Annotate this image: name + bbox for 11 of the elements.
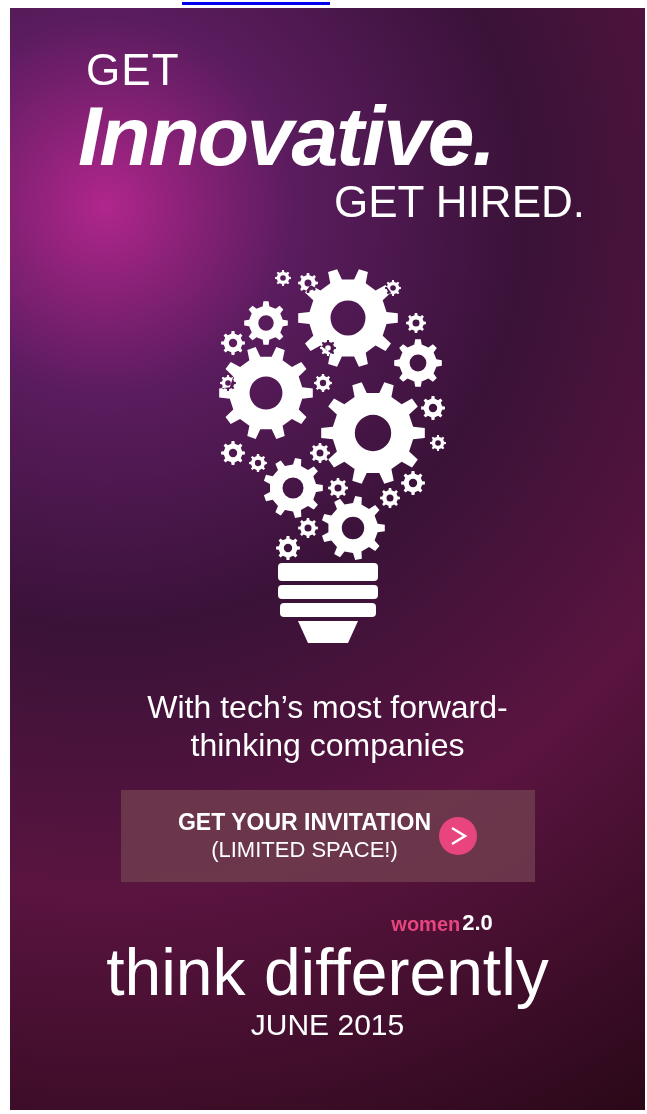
headline-text: Innovative. [78, 92, 495, 181]
chevron-right-icon [439, 817, 477, 856]
brand-text: women [391, 914, 461, 935]
event-date: JUNE 2015 [250, 1010, 405, 1041]
link-underline[interactable] [182, 2, 330, 5]
tagline-text: With tech’s most forward-thinking companies [146, 688, 509, 765]
slogan-text: think differently [106, 934, 549, 1011]
headline-text: GET HIRED. [334, 180, 585, 225]
headline-text: GET [86, 48, 181, 92]
brand-version-text: 2.0 [462, 912, 493, 935]
invitation-button[interactable]: GET YOUR INVITATION (LIMITED SPACE!) [120, 790, 535, 883]
